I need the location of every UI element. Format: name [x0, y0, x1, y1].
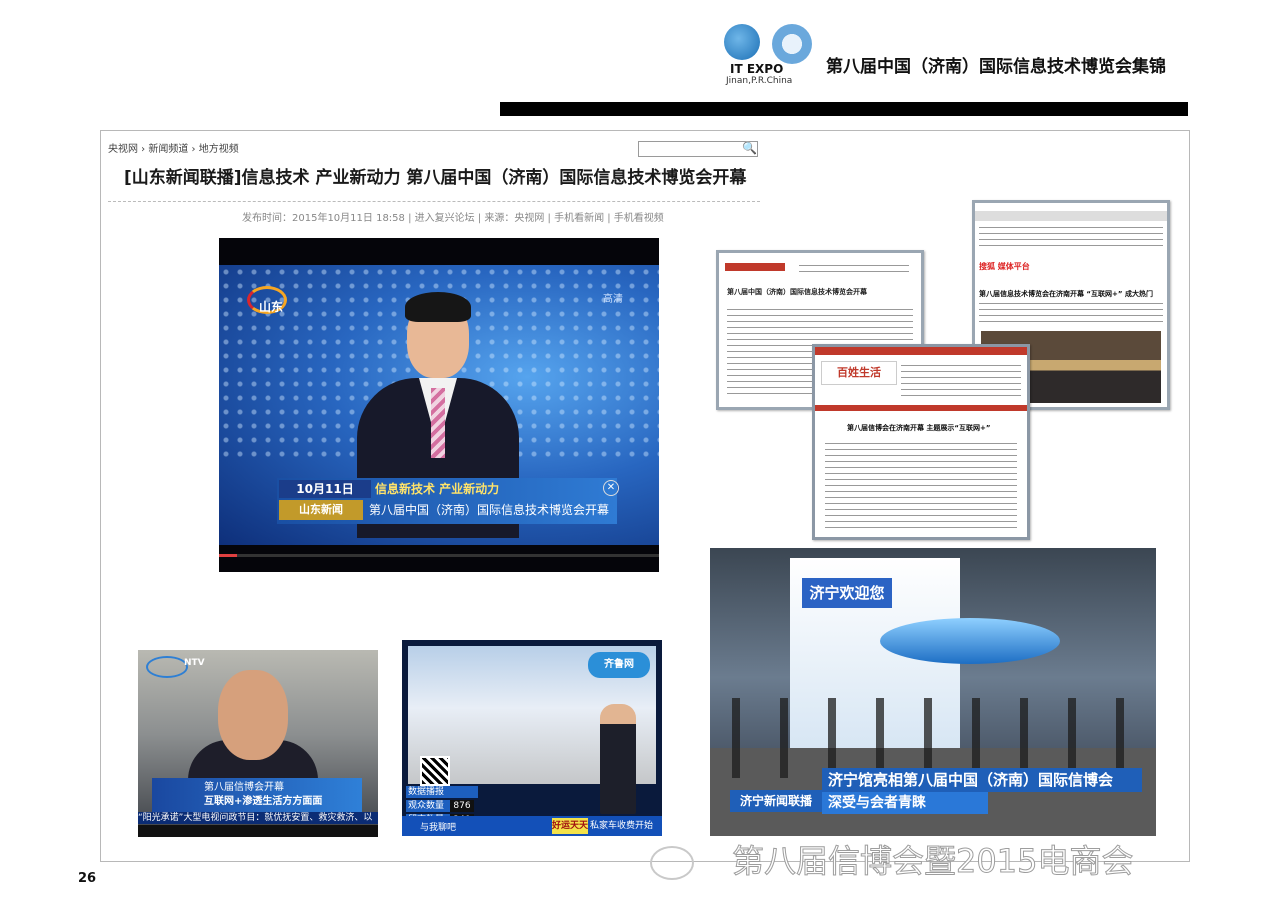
lower-third-date: 10月11日 — [279, 480, 371, 498]
bxsh-logo: 百姓生活 — [821, 361, 897, 385]
page-number: 26 — [78, 871, 97, 886]
caption-line-2: 深受与会者青睐 — [822, 792, 988, 814]
expo-news-photo: 济宁欢迎您 济宁馆亮相第八届中国（济南）国际信博会 济宁新闻联播 深受与会者青睐 — [710, 548, 1156, 836]
channel-name: NTV — [184, 658, 205, 668]
sohu-media-logo: 搜狐 媒体平台 — [979, 262, 1030, 271]
it-expo-logo-icon — [724, 24, 760, 60]
bxsh-article-text — [825, 443, 1017, 533]
ifeng-article-title: 第八届中国（济南）国际信息技术博览会开幕 — [727, 288, 867, 296]
expo-city: Jinan,P.R.China — [726, 76, 793, 86]
ifeng-logo-bar — [725, 263, 785, 271]
publish-meta[interactable]: 发布时间：2015年10月11日 18:58 | 进入复兴论坛 | 来源：央视网… — [242, 209, 664, 224]
chat-button[interactable]: 与我聊吧 — [420, 820, 456, 833]
search-icon[interactable]: 🔍 — [742, 141, 757, 155]
program-brand: 山东新闻 — [279, 500, 363, 520]
breadcrumb[interactable]: 央视网 › 新闻频道 › 地方视频 — [108, 140, 239, 155]
video-controls[interactable] — [138, 825, 378, 837]
headline-divider — [108, 201, 760, 202]
page-title: 第八届中国（济南）国际信息技术博览会集锦 — [826, 57, 1166, 77]
booth-ring — [880, 618, 1060, 664]
stat-label-1: 数据播报 — [406, 786, 478, 798]
host-figure — [600, 704, 636, 814]
video-progress-bar[interactable] — [219, 554, 659, 557]
sohu-nav-bar — [975, 211, 1167, 221]
caption-line-1: 济宁馆亮相第八届中国（济南）国际信博会 — [822, 768, 1142, 792]
title-underline-bar — [500, 102, 1188, 116]
anchor-tie — [431, 388, 445, 458]
sohu-article-title: 第八届信息技术博览会在济南开幕 “互联网+” 成大热门 — [979, 290, 1153, 298]
bxsh-article-screenshot: 百姓生活 第八届信博会在济南开幕 主题展示“互联网+” — [812, 344, 1030, 540]
close-icon[interactable]: ✕ — [603, 480, 619, 496]
lower-third-tag: 信息新技术 产业新动力 — [375, 482, 500, 496]
booth-banner: 济宁欢迎您 — [802, 578, 892, 608]
lower-third-headline: 第八届中国（济南）国际信息技术博览会开幕 — [369, 503, 610, 517]
video-progress-fill — [219, 554, 237, 557]
stat-value-2: 876 — [450, 800, 474, 812]
sohu-menu-lines — [979, 227, 1163, 249]
interviewee-face — [218, 670, 288, 760]
lower-third-line-2: 互联网+渗透生活方方面面 — [204, 796, 323, 807]
bxsh-article-title: 第八届信博会在济南开幕 主题展示“互联网+” — [847, 424, 991, 432]
bxsh-nav-lines — [901, 365, 1021, 399]
expo-name: IT EXPO — [730, 62, 784, 76]
bxsh-nav-line — [815, 405, 1027, 411]
article-headline: [山东新闻联播]信息技术 产业新动力 第八届中国（济南）国际信息技术博览会开幕 — [124, 168, 747, 188]
hd-watermark: 高清 — [603, 294, 623, 305]
program-tag: 好运天天 — [552, 818, 588, 834]
ntv-logo-icon — [146, 656, 188, 678]
qr-code-icon — [420, 756, 450, 786]
stat-label-2: 观众数量 — [406, 800, 452, 812]
wechat-icon — [650, 846, 694, 880]
un-emblem-logo-icon — [772, 24, 812, 64]
interview-video-player[interactable]: NTV 第八届信博会开幕 互联网+渗透生活方方面面 “阳光承诺”大型电视问政节目… — [138, 650, 378, 837]
channel-logo-text: 山东 — [259, 300, 284, 314]
sohu-article-text — [979, 303, 1163, 327]
lower-third-line-1: 第八届信博会开幕 — [204, 782, 284, 793]
anchor-hair — [405, 292, 471, 322]
news-video-player[interactable]: 山东 高清 10月11日 信息新技术 产业新动力 山东新闻 第八届中国（济南）国… — [219, 238, 659, 572]
news-ticker: “阳光承诺”大型电视问政节目：就优抚安置、救灾救济、以 — [138, 812, 378, 824]
program-brand: 济宁新闻联播 — [730, 790, 822, 812]
channel-logo: 齐鲁网 — [588, 652, 650, 678]
stat-value-3: 240 — [450, 814, 474, 816]
ifeng-nav-lines — [799, 265, 909, 273]
wechat-watermark: 第八届信博会暨2015电商会 — [731, 842, 1134, 881]
studio-video-player[interactable]: 齐鲁网 数据播报 观众数量 876 留言数量 240 与我聊吧 好运天天 私家车… — [402, 640, 662, 836]
news-ticker: 私家车收费开始 — [590, 821, 654, 831]
stat-label-3: 留言数量 — [406, 814, 452, 816]
crowd — [710, 698, 1156, 778]
search-input[interactable] — [638, 141, 758, 157]
bxsh-top-bar — [815, 347, 1027, 355]
